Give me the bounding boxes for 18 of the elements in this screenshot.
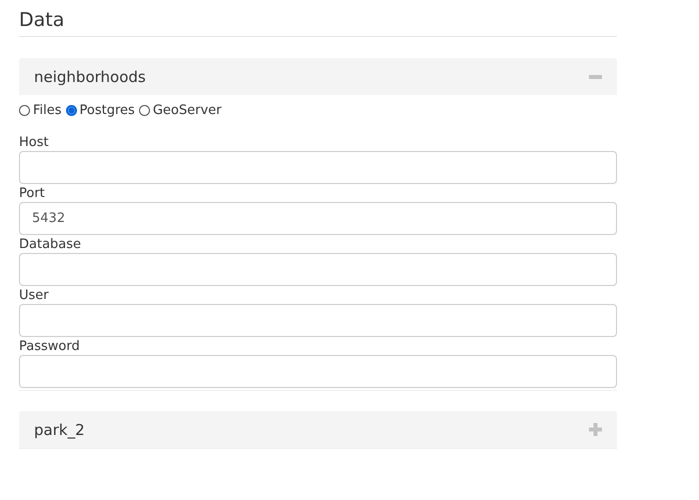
radio-option[interactable]: Files xyxy=(19,99,62,121)
input-field[interactable] xyxy=(19,355,617,388)
field-label: Host xyxy=(19,135,50,151)
input-field[interactable] xyxy=(19,253,617,286)
plus-icon xyxy=(589,423,602,436)
minus-icon xyxy=(589,74,602,78)
accordion-header[interactable]: neighborhoods xyxy=(19,58,617,95)
radio-option[interactable]: Postgres xyxy=(66,99,135,121)
accordion-header[interactable]: park_2 xyxy=(19,411,617,448)
field-label: Port xyxy=(19,186,46,202)
input-field[interactable]: 5432 xyxy=(19,202,617,235)
field-label: User xyxy=(19,288,50,304)
input-field[interactable] xyxy=(19,304,617,337)
input-field[interactable] xyxy=(19,151,617,184)
field-label: Password xyxy=(19,339,81,355)
section-heading: Data xyxy=(19,9,617,37)
radio-option[interactable]: GeoServer xyxy=(138,99,222,121)
field-label: Database xyxy=(19,237,82,253)
